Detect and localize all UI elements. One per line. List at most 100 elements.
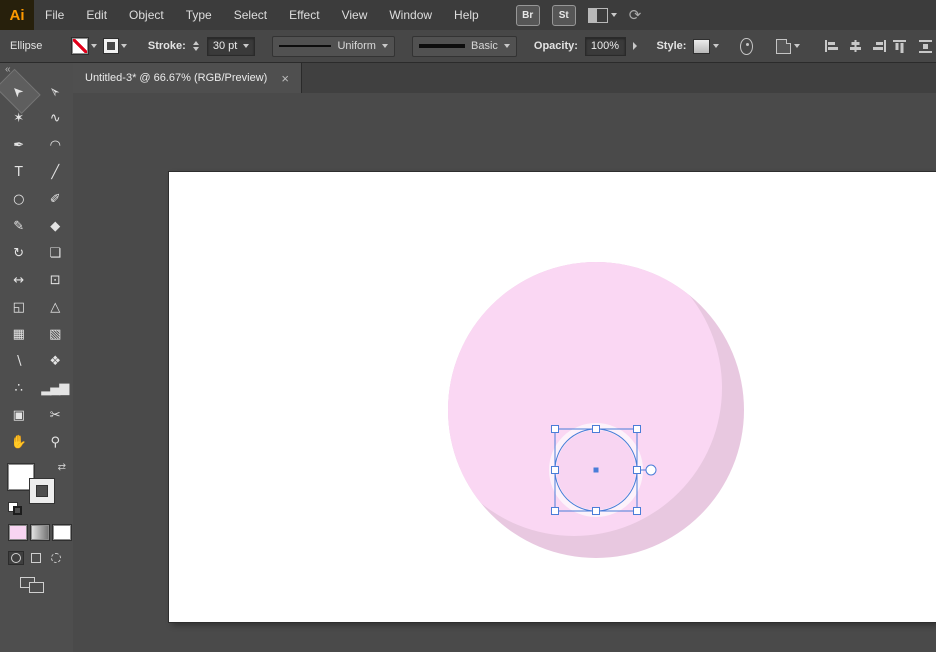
perspective-grid-tool[interactable]: △ [37, 294, 74, 321]
menu-select[interactable]: Select [223, 0, 278, 30]
stroke-weight-stepper[interactable] [193, 41, 200, 51]
default-fill-stroke-icon[interactable] [8, 502, 24, 516]
cc-sync-icon[interactable]: ⟳ [629, 6, 642, 24]
main-menu: File Edit Object Type Select Effect View Window… [34, 0, 490, 30]
document-tab[interactable]: Untitled-3* @ 66.67% (RGB/Preview) × [73, 63, 302, 93]
draw-inside-button[interactable] [48, 551, 64, 565]
gradient-tool[interactable]: ▧ [37, 321, 74, 348]
eraser-tool[interactable]: ◆ [37, 213, 74, 240]
stepper-up-icon [193, 41, 200, 45]
curvature-tool[interactable]: ◠ [37, 132, 74, 159]
align-horizontal-center-icon[interactable] [849, 40, 862, 52]
align-horizontal-left-icon[interactable] [825, 40, 838, 52]
menu-object[interactable]: Object [118, 0, 175, 30]
stroke-color-select[interactable] [103, 39, 127, 53]
screen-mode-button[interactable] [20, 577, 46, 593]
selection-center-point[interactable] [593, 467, 599, 473]
eyedropper-tool[interactable]: ∖ [0, 348, 37, 375]
menu-edit[interactable]: Edit [75, 0, 118, 30]
arrange-menu[interactable] [776, 38, 800, 54]
align-horizontal-right-icon[interactable] [873, 40, 886, 52]
free-transform-tool[interactable]: ⊡ [37, 267, 74, 294]
stroke-weight-field[interactable]: 30 pt [206, 36, 256, 56]
mesh-tool[interactable]: ▦ [0, 321, 37, 348]
fill-color-select[interactable] [71, 38, 97, 54]
pie-angle-widget[interactable] [645, 464, 657, 476]
draw-normal-icon [11, 553, 21, 563]
stroke-weight-label: Stroke: [147, 40, 186, 52]
shape-builder-tool[interactable]: ◱ [0, 294, 37, 321]
hand-tool[interactable]: ✋ [0, 429, 37, 456]
tools-panel: « ➤ ➢ ✶ ∿ ✒ ◠ T ╱ ○ ✐ ✎ ◆ ↻ ❏ ↔ ⊡ ◱ △ ▦ ▧ ∖ ❖ ∴ ▂▄▆ ▣ ✂ ✋ ⚲ ⇄ [0, 63, 74, 652]
draw-normal-button[interactable] [8, 551, 24, 565]
fill-stroke-indicator: ⇄ [8, 462, 66, 515]
menu-help[interactable]: Help [443, 0, 490, 30]
type-tool[interactable]: T [0, 159, 37, 186]
selection-handle-sw[interactable] [551, 507, 559, 515]
opacity-label: Opacity: [533, 40, 578, 52]
chevron-down-icon [381, 44, 388, 48]
opacity-field[interactable]: 100% [584, 36, 627, 56]
chevron-down-icon [610, 13, 617, 17]
graphic-style-select[interactable] [693, 38, 720, 54]
style-label: Style: [656, 40, 687, 52]
workspace-switcher[interactable] [587, 7, 617, 23]
gradient-button[interactable] [30, 524, 50, 541]
color-type-buttons [8, 524, 73, 541]
menu-effect[interactable]: Effect [278, 0, 330, 30]
selection-handle-ne[interactable] [633, 425, 641, 433]
chevron-down-icon [713, 44, 720, 48]
selection-handle-s[interactable] [592, 507, 600, 515]
none-button[interactable] [52, 524, 72, 541]
variable-width-profile-select[interactable]: Uniform [272, 35, 395, 57]
fill-none-swatch-icon [71, 38, 88, 54]
stroke-swatch[interactable] [30, 479, 54, 503]
slice-tool[interactable]: ✂ [37, 402, 74, 429]
symbol-sprayer-tool[interactable]: ∴ [0, 375, 37, 402]
line-segment-tool[interactable]: ╱ [37, 159, 74, 186]
menu-view[interactable]: View [331, 0, 379, 30]
opacity-options-arrow-icon[interactable] [633, 42, 638, 50]
tab-close-button[interactable]: × [281, 72, 289, 85]
selection-handle-n[interactable] [592, 425, 600, 433]
pen-tool[interactable]: ✒ [0, 132, 37, 159]
zoom-tool[interactable]: ⚲ [37, 429, 74, 456]
selection-handle-w[interactable] [551, 466, 559, 474]
chevron-down-icon [120, 44, 127, 48]
stepper-down-icon [193, 47, 200, 51]
menu-window[interactable]: Window [378, 0, 443, 30]
selection-handle-e[interactable] [633, 466, 641, 474]
ellipse-tool[interactable]: ○ [0, 186, 37, 213]
chevron-down-icon [794, 44, 800, 48]
recolor-artwork-icon[interactable] [740, 37, 753, 55]
menu-file[interactable]: File [34, 0, 75, 30]
artboard-tool[interactable]: ▣ [0, 402, 37, 429]
artboard[interactable] [169, 172, 936, 622]
bridge-badge-icon[interactable]: Br [515, 4, 540, 26]
color-button[interactable] [8, 524, 28, 541]
menu-type[interactable]: Type [175, 0, 223, 30]
scale-tool[interactable]: ❏ [37, 240, 74, 267]
rotate-tool[interactable]: ↻ [0, 240, 37, 267]
arrange-document-icon [776, 38, 791, 54]
draw-behind-button[interactable] [28, 551, 44, 565]
blend-tool[interactable]: ❖ [37, 348, 74, 375]
width-tool[interactable]: ↔ [0, 267, 37, 294]
brush-definition-select[interactable]: Basic [411, 35, 517, 57]
pencil-tool[interactable]: ✎ [0, 213, 37, 240]
draw-inside-icon [51, 553, 61, 563]
workspace-layout-icon [587, 7, 608, 23]
column-graph-tool[interactable]: ▂▄▆ [37, 375, 74, 402]
distribute-vertical-icon[interactable] [919, 39, 932, 53]
align-vertical-top-icon[interactable] [893, 39, 906, 53]
align-buttons-right [893, 39, 932, 53]
menu-bar: Ai File Edit Object Type Select Effect View Win… [0, 0, 936, 31]
paintbrush-tool[interactable]: ✐ [37, 186, 74, 213]
stock-badge-icon[interactable]: St [551, 4, 576, 26]
brush-preview-icon [418, 44, 465, 48]
selection-handle-nw[interactable] [551, 425, 559, 433]
selection-handle-se[interactable] [633, 507, 641, 515]
stroke-weight-value: 30 pt [212, 40, 238, 52]
canvas-area[interactable] [73, 93, 936, 652]
swap-fill-stroke-icon[interactable]: ⇄ [58, 462, 66, 473]
